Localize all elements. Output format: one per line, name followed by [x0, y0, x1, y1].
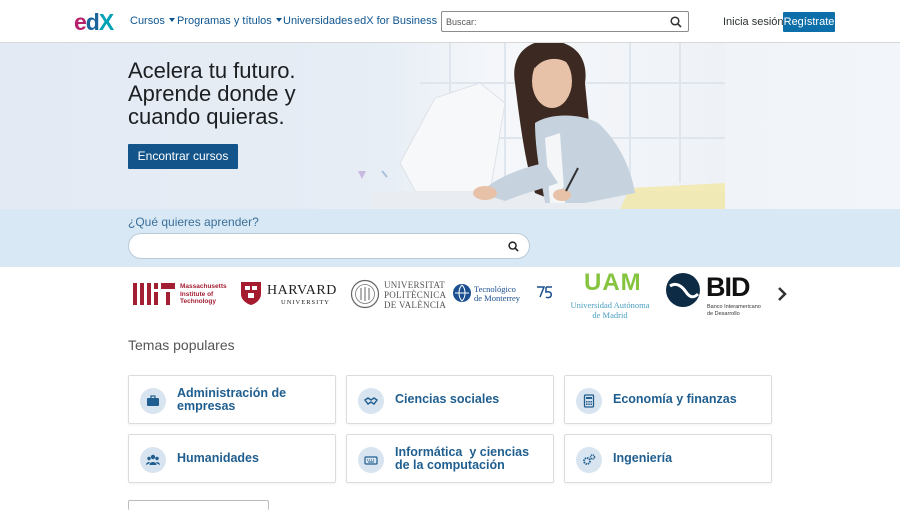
nav-cursos[interactable]: Cursos: [130, 15, 175, 27]
search-icon[interactable]: [508, 241, 519, 252]
mit-mark-icon: [133, 283, 175, 305]
header-search-input[interactable]: [446, 14, 656, 29]
harvard-logo[interactable]: HARVARD UNIVERSITY: [240, 281, 336, 311]
hero-banner: Acelera tu futuro. Aprende donde y cuand…: [0, 43, 900, 209]
bid-globe-icon: [666, 273, 700, 307]
tec-75-icon: [537, 286, 552, 299]
learn-search-input[interactable]: [128, 233, 530, 259]
topic-card-business[interactable]: Administración de empresas: [128, 375, 336, 424]
bid-logo[interactable]: BID Banco Interamericano de Desarrollo: [664, 272, 774, 322]
topic-card-economics[interactable]: Economía y finanzas: [564, 375, 772, 424]
calculator-icon: [576, 388, 602, 414]
chevron-right-icon[interactable]: [776, 286, 788, 302]
upv-seal-icon: [350, 279, 380, 309]
find-courses-button[interactable]: Encontrar cursos: [128, 144, 238, 169]
handshake-icon: [358, 388, 384, 414]
top-header: edX Cursos Programas y títulos Universid…: [0, 0, 900, 43]
header-search: [441, 11, 689, 32]
learn-search-band: ¿Qué quieres aprender?: [0, 209, 900, 267]
more-topics-button[interactable]: [128, 500, 269, 510]
edx-logo[interactable]: edX: [74, 9, 118, 35]
popular-topics-title: Temas populares: [128, 337, 235, 353]
mit-logo[interactable]: Massachusetts Institute of Technology: [133, 283, 227, 310]
chevron-down-icon: [275, 18, 282, 22]
topic-card-computer-science[interactable]: Informática y ciencias de la computación: [346, 434, 554, 483]
register-button[interactable]: Regístrate: [783, 12, 835, 32]
signin-link[interactable]: Inicia sesión: [723, 16, 784, 28]
topic-card-social-sciences[interactable]: Ciencias sociales: [346, 375, 554, 424]
topic-card-humanities[interactable]: Humanidades: [128, 434, 336, 483]
tec-globe-icon: [453, 284, 471, 302]
hero-title: Acelera tu futuro. Aprende donde y cuand…: [128, 58, 296, 129]
nav-edx-for-business[interactable]: edX for Business: [354, 15, 437, 27]
partner-logos: Massachusetts Institute of Technology HARV…: [0, 267, 900, 327]
keyboard-icon: [358, 447, 384, 473]
uam-logo[interactable]: UAM Universidad Autónoma de Madrid: [560, 269, 660, 324]
harvard-shield-icon: [241, 282, 261, 305]
gears-icon: [576, 447, 602, 473]
chevron-down-icon: [168, 18, 175, 22]
learn-question: ¿Qué quieres aprender?: [128, 215, 259, 229]
search-icon[interactable]: [670, 16, 682, 28]
tec-monterrey-logo[interactable]: Tecnológico de Monterrey: [452, 283, 552, 308]
upv-logo[interactable]: UNIVERSITAT POLITÈCNICA DE VALÈNCIA: [350, 279, 446, 314]
topic-card-engineering[interactable]: Ingeniería: [564, 434, 772, 483]
briefcase-icon: [140, 388, 166, 414]
nav-programas[interactable]: Programas y títulos: [177, 15, 282, 27]
people-icon: [140, 447, 166, 473]
nav-universidades[interactable]: Universidades: [283, 15, 353, 27]
